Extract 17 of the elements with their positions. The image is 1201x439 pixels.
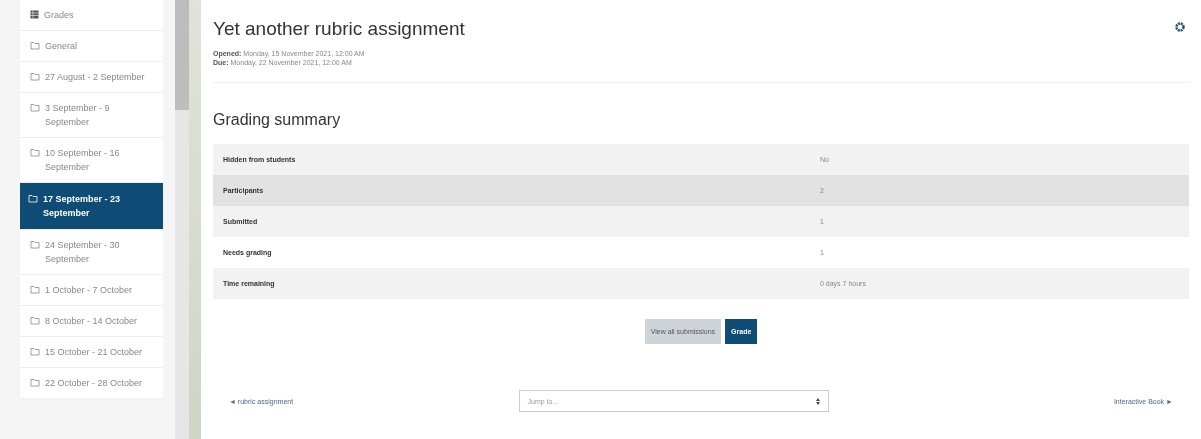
folder-icon xyxy=(30,72,40,81)
folder-icon xyxy=(30,240,40,249)
table-icon xyxy=(30,10,39,19)
section-heading: Grading summary xyxy=(213,111,342,129)
settings-icon[interactable] xyxy=(1175,22,1185,32)
sidebar-item[interactable]: 17 September - 23 September xyxy=(20,183,163,230)
scrollbar[interactable] xyxy=(175,0,189,439)
folder-icon xyxy=(30,148,40,157)
sort-caret-icon xyxy=(815,397,820,405)
folder-icon xyxy=(28,194,38,203)
folder-icon xyxy=(30,316,40,325)
folder-icon xyxy=(30,285,40,294)
page-title: Yet another rubric assignment xyxy=(213,18,465,40)
folder-icon xyxy=(30,41,40,50)
folder-icon xyxy=(30,347,40,356)
folder-icon xyxy=(30,103,40,112)
folder-icon xyxy=(30,378,40,387)
